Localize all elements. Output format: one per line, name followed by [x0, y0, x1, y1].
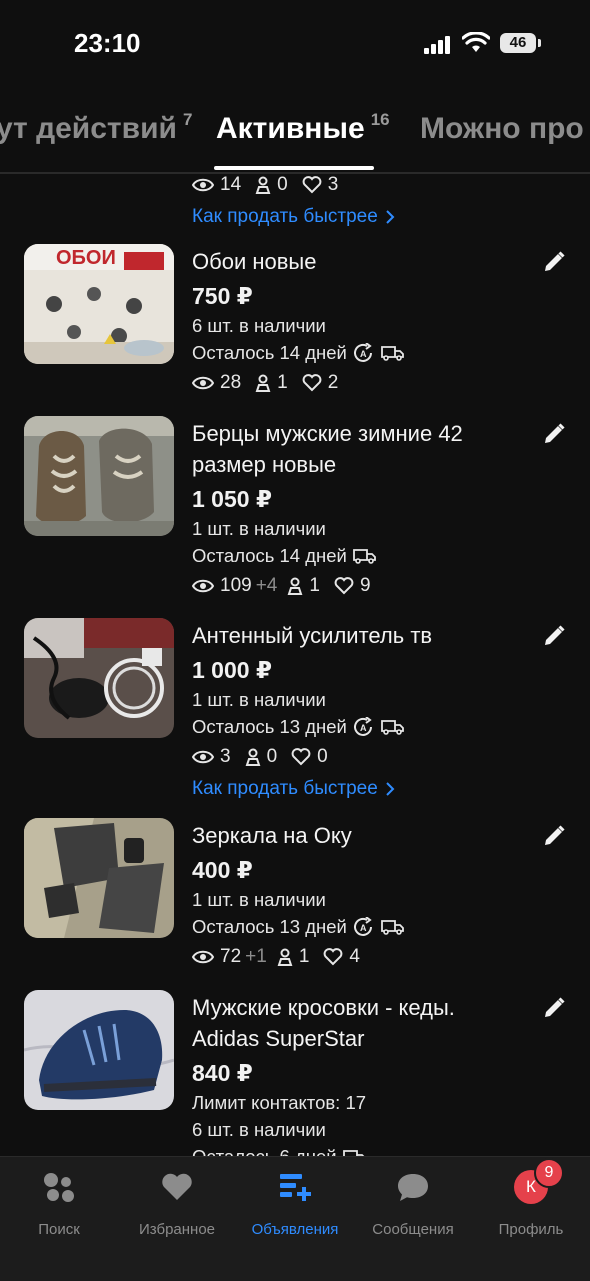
item-stock: 6 шт. в наличии [192, 1119, 326, 1140]
nav-profile[interactable]: К 9 Профиль [472, 1158, 590, 1238]
person-icon [277, 948, 293, 966]
heart-outline-icon [334, 577, 354, 595]
chevron-right-icon [386, 210, 395, 224]
eye-icon [192, 178, 214, 192]
delivery-truck-icon [380, 919, 404, 935]
edit-pencil-icon[interactable] [542, 824, 566, 848]
item-stats: 28 1 2 [192, 370, 512, 396]
item-stats: 109 +4 1 9 [192, 573, 512, 599]
search-blobs-icon [44, 1173, 74, 1202]
item-stats: 72 +1 1 4 [192, 944, 512, 970]
person-icon [255, 374, 271, 392]
views-increment: +1 [245, 946, 267, 967]
status-time: 23:10 [74, 28, 141, 58]
item-thumbnail [24, 618, 174, 738]
item-remaining: Осталось 14 дней [192, 542, 512, 569]
signal-icon [424, 36, 452, 54]
item-title: Берцы мужские зимние 42 размер новые [192, 421, 463, 477]
item-thumbnail [24, 818, 174, 938]
chat-bubble-icon [398, 1174, 428, 1201]
tab-awaiting-action[interactable]: ут действий 7 [0, 110, 192, 146]
heart-outline-icon [291, 748, 311, 766]
item-stats: 14 0 3 [192, 172, 512, 198]
heart-outline-icon [302, 374, 322, 392]
item-contact-limit: Лимит контактов: 17 [192, 1092, 367, 1113]
auto-renew-icon: A [353, 916, 372, 936]
item-title: Антенный усилитель тв [192, 623, 433, 648]
item-remaining: Осталось 14 дней A [192, 339, 512, 366]
item-title: Обои новые [192, 249, 317, 274]
heart-icon [162, 1173, 192, 1200]
notification-badge: 9 [534, 1158, 564, 1188]
status-tabs: ут действий 7 Активные 16 Можно про [0, 100, 590, 174]
wifi-icon [462, 32, 490, 52]
svg-text:ОБОИ: ОБОИ [56, 247, 116, 269]
eye-icon [192, 950, 214, 964]
item-price: 1 050 ₽ [192, 486, 272, 512]
delivery-truck-icon [342, 1149, 365, 1156]
item-stock: 1 шт. в наличии [192, 889, 326, 910]
battery-indicator: 46 [500, 33, 541, 53]
edit-pencil-icon[interactable] [542, 422, 566, 446]
sell-faster-link[interactable]: Как продать быстрее [192, 206, 512, 228]
svg-text:A: A [360, 923, 367, 933]
auto-renew-icon: A [353, 342, 372, 362]
heart-outline-icon [324, 948, 343, 966]
item-remaining: Осталось 13 дней A [192, 913, 512, 940]
nav-messages[interactable]: Сообщения [354, 1167, 472, 1238]
item-thumbnail [24, 416, 174, 536]
delivery-truck-icon [380, 345, 404, 361]
item-stock: 6 шт. в наличии [192, 315, 326, 336]
listings-add-icon [280, 1174, 311, 1201]
delivery-truck-icon [352, 548, 376, 564]
edit-pencil-icon[interactable] [542, 624, 566, 648]
delivery-truck-icon [380, 719, 404, 735]
item-remaining: Осталось 13 дней A [192, 713, 512, 740]
tab-can-promote[interactable]: Можно про [420, 112, 584, 146]
item-price: 1 000 ₽ [192, 657, 272, 683]
person-icon [287, 577, 303, 595]
eye-icon [192, 750, 214, 764]
eye-icon [192, 376, 214, 390]
chevron-right-icon [386, 782, 395, 796]
person-icon [245, 748, 260, 766]
edit-pencil-icon[interactable] [542, 250, 566, 274]
nav-search[interactable]: Поиск [0, 1167, 118, 1238]
item-remaining: Осталось 6 дней [192, 1143, 512, 1156]
svg-text:A: A [360, 723, 367, 733]
item-stock: 1 шт. в наличии [192, 518, 326, 539]
bottom-navigation: Поиск Избранное Объявления Сообщения К 9… [0, 1156, 590, 1281]
nav-listings[interactable]: Объявления [236, 1167, 354, 1238]
item-price: 400 ₽ [192, 857, 253, 883]
eye-icon [192, 579, 214, 593]
auto-renew-icon: A [353, 716, 372, 736]
views-increment: +4 [255, 575, 278, 596]
item-title: Мужские кросовки - кеды. Adidas SuperSta… [192, 995, 455, 1051]
item-title: Зеркала на Оку [192, 823, 352, 848]
item-stock: 1 шт. в наличии [192, 689, 326, 710]
avatar: К 9 [514, 1158, 564, 1204]
heart-outline-icon [302, 176, 322, 194]
active-tab-indicator [214, 166, 374, 170]
item-price: 840 ₽ [192, 1060, 253, 1086]
svg-text:A: A [360, 349, 367, 359]
status-bar: 23:10 46 [0, 0, 590, 88]
person-icon [255, 176, 271, 194]
item-stats: 3 0 0 [192, 744, 512, 770]
item-thumbnail [24, 990, 174, 1110]
tab-active[interactable]: Активные 16 [216, 110, 390, 146]
item-price: 750 ₽ [192, 283, 253, 309]
sell-faster-link[interactable]: Как продать быстрее [192, 778, 512, 800]
listings-list: 14 0 3 Как продать быстрее ОБОИ Обои нов… [0, 172, 590, 1156]
edit-pencil-icon[interactable] [542, 996, 566, 1020]
nav-favorites[interactable]: Избранное [118, 1167, 236, 1238]
item-thumbnail: ОБОИ [24, 244, 174, 364]
